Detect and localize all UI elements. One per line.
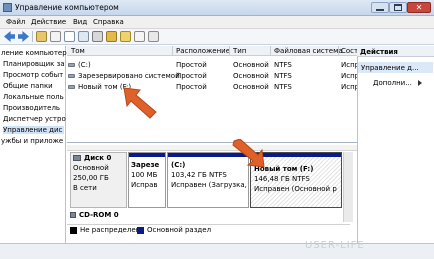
properties-icon[interactable] [50,31,61,42]
maximize-icon [394,4,402,11]
annotation-arrow [232,139,265,168]
window-title: Управление компьютером [15,3,119,12]
legend-unallocated: Не распределен [80,226,141,234]
folder-icon[interactable] [36,31,47,42]
column-separator [172,46,173,56]
volume-filesystem: NTFS [274,72,292,80]
volume-name[interactable]: Зарезервировано системой [78,72,180,80]
column-header-status[interactable]: Сост [341,47,358,55]
volume-name[interactable]: (C:) [78,61,91,69]
disk-kind: Основной [73,164,109,172]
partition-name: (C:) [171,161,186,169]
drive-icon [68,63,75,67]
legend-swatch-primary [137,227,144,234]
menu-action[interactable]: Действие [31,18,66,26]
check-icon[interactable] [134,31,145,42]
tree-item-local-users[interactable]: Локальные поль [3,93,64,101]
menu-view[interactable]: Вид [73,18,87,26]
cdrom-label[interactable]: CD-ROM 0 [79,211,119,219]
tree-item-services[interactable]: ужбы и приложе [1,137,63,145]
volume-type: Основной [233,61,269,69]
actions-more-button[interactable]: Дополни... [373,79,412,87]
help-icon[interactable] [64,31,75,42]
tree-item-performance[interactable]: Производитель [3,104,60,112]
volume-type: Основной [233,72,269,80]
list-view-icon[interactable] [78,31,89,42]
actions-header: Действия [357,46,434,57]
delete-icon[interactable] [92,31,103,42]
column-separator [338,46,339,56]
volume-layout: Простой [176,72,207,80]
cdrom-icon [70,212,76,218]
disk-state: В сети [73,184,97,192]
tree-item-disk-management[interactable]: Управление дис [3,126,65,134]
drive-icon [68,74,75,78]
close-button[interactable]: ✕ [407,2,431,13]
column-separator [270,46,271,56]
export-icon[interactable] [106,31,117,42]
disk-size: 250,00 ГБ [73,174,109,182]
actions-section-label: Управление д... [361,64,419,72]
legend-primary: Основной раздел [147,226,212,234]
close-icon: ✕ [415,3,423,12]
volume-filesystem: NTFS [274,61,292,69]
toolbar-separator [32,31,33,42]
key-icon[interactable] [120,31,131,42]
annotation-arrow [123,87,157,119]
partition-size: 103,42 ГБ NTFS [171,171,227,179]
menu-file[interactable]: Файл [6,18,25,26]
volume-type: Основной [233,83,269,91]
tree-item-computer-management[interactable]: ление компьютер [1,49,67,57]
menu-help[interactable]: Справка [93,18,124,26]
watermark: USER-LIFE [305,240,365,251]
partition-size: 100 МБ [131,171,158,179]
minimize-icon [376,9,384,11]
column-separator [229,46,230,56]
partition-status: Исправен (Основной р [254,185,337,193]
column-header-filesystem[interactable]: Файловая система [274,47,343,55]
chevron-right-icon [418,80,422,86]
graph-scrollbar[interactable] [343,152,353,222]
tree-item-shared-folders[interactable]: Общие папки [3,82,53,90]
drive-icon [68,85,75,89]
partition-size: 146,48 ГБ NTFS [254,175,310,183]
status-bar [0,243,434,259]
tree-item-event-viewer[interactable]: Просмотр событ [3,71,63,79]
volume-layout: Простой [176,83,207,91]
minimize-button[interactable] [371,2,389,13]
partition-name: Зарезе [131,161,160,169]
partition-bar [129,153,165,157]
column-header-type[interactable]: Тип [233,47,246,55]
volume-layout: Простой [176,61,207,69]
tree-item-task-scheduler[interactable]: Планировщик за [3,60,65,68]
legend-swatch-unallocated [70,227,77,234]
column-header-layout[interactable]: Расположение [176,47,230,55]
volume-filesystem: NTFS [274,83,292,91]
partition-status: Исправен (Загрузка, Фа [171,181,247,189]
actions-section-disk-management[interactable]: Управление д... [358,62,433,73]
partition-status: Исправ [131,181,158,189]
column-header-volume[interactable]: Том [71,47,85,55]
tree-item-device-manager[interactable]: Диспетчер устро [3,115,66,123]
disk-icon [73,155,81,161]
graph-pane-top-strip [67,145,357,151]
disk-label: Диск 0 [84,154,112,162]
actions-pane [357,46,434,243]
computer-management-icon [3,3,12,12]
settings-icon[interactable] [148,31,159,42]
